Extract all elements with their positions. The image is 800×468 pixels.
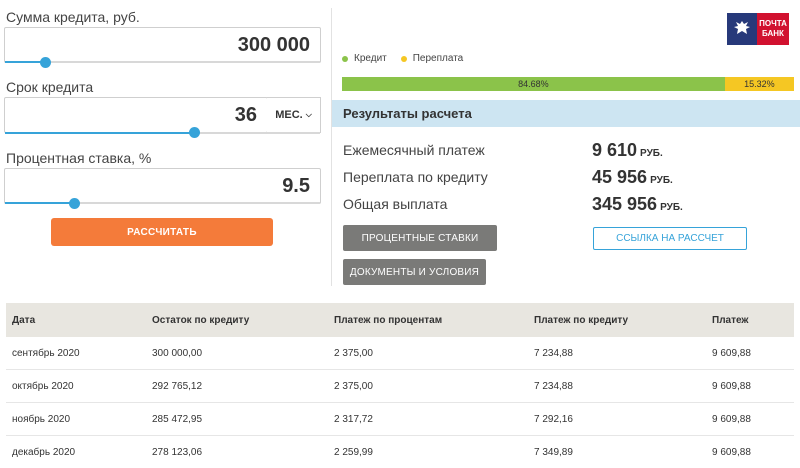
results-panel: ПОЧТА БАНК Кредит Переплата 84.68% 15.32… [332, 0, 800, 290]
cell-principal: 7 292,16 [534, 413, 573, 425]
overpayment-label: Переплата по кредиту [343, 169, 488, 185]
monthly-payment-amount: 9 610 [592, 140, 638, 160]
legend-overpay-label: Переплата [412, 53, 464, 64]
overpayment-value: 45 956 РУБ. [592, 167, 673, 188]
bank-logo-line1: ПОЧТА [759, 19, 787, 28]
table-header: Дата Остаток по кредиту Платеж по процен… [6, 303, 794, 337]
cell-payment: 9 609,88 [712, 380, 751, 392]
table-row: октябрь 2020 292 765,12 2 375,00 7 234,8… [6, 370, 794, 403]
table-row: ноябрь 2020 285 472,95 2 317,72 7 292,16… [6, 403, 794, 436]
overpayment-unit: РУБ. [650, 175, 673, 186]
amount-slider-track[interactable] [5, 61, 320, 63]
bar-overpay-segment: 15.32% [724, 77, 794, 91]
documents-button[interactable]: ДОКУМЕНТЫ И УСЛОВИЯ [343, 259, 486, 285]
total-payment-value: 345 956 РУБ. [592, 194, 683, 215]
column-header-balance: Остаток по кредиту [152, 314, 250, 326]
cell-date: сентябрь 2020 [12, 347, 80, 359]
table-row: декабрь 2020 278 123,06 2 259,99 7 349,8… [6, 436, 794, 468]
term-label: Срок кредита [6, 79, 94, 95]
bank-logo: ПОЧТА БАНК [727, 13, 789, 45]
cell-interest: 2 317,72 [334, 413, 373, 425]
cell-principal: 7 349,89 [534, 446, 573, 458]
cell-balance: 292 765,12 [152, 380, 203, 392]
term-input[interactable]: 36 [4, 97, 268, 133]
chevron-down-icon: ⌵ [305, 110, 312, 119]
legend-overpay-dot [400, 55, 407, 62]
cell-balance: 285 472,95 [152, 413, 203, 425]
cell-payment: 9 609,88 [712, 413, 751, 425]
legend-credit: Кредит [342, 53, 387, 64]
cell-payment: 9 609,88 [712, 446, 751, 458]
table-row: сентябрь 2020 300 000,00 2 375,00 7 234,… [6, 337, 794, 370]
column-header-date: Дата [12, 314, 36, 326]
bar-credit-segment: 84.68% [342, 77, 725, 91]
rate-slider-handle[interactable] [68, 198, 80, 209]
eagle-emblem-icon [727, 13, 757, 45]
column-header-interest: Платеж по процентам [334, 314, 443, 326]
bank-logo-line2: БАНК [762, 29, 784, 38]
chart-legend: Кредит Переплата [342, 53, 463, 64]
amount-input[interactable]: 300 000 [4, 27, 321, 63]
legend-overpay: Переплата [400, 53, 464, 64]
amount-slider-handle[interactable] [40, 57, 52, 68]
results-header: Результаты расчета [332, 100, 800, 127]
term-slider-fill [5, 132, 194, 134]
term-unit-select[interactable]: МЕС. ⌵ [267, 97, 321, 133]
monthly-payment-value: 9 610 РУБ. [592, 140, 663, 161]
monthly-payment-unit: РУБ. [640, 148, 663, 159]
payment-schedule-table: Дата Остаток по кредиту Платеж по процен… [6, 303, 794, 468]
total-payment-unit: РУБ. [660, 202, 683, 213]
bank-logo-text: ПОЧТА БАНК [757, 13, 789, 45]
cell-interest: 2 375,00 [334, 380, 373, 392]
interest-rates-button[interactable]: ПРОЦЕНТНЫЕ СТАВКИ [343, 225, 497, 251]
rate-input[interactable]: 9.5 [4, 168, 321, 204]
overpayment-amount: 45 956 [592, 167, 648, 187]
term-slider-handle[interactable] [188, 127, 200, 138]
cell-principal: 7 234,88 [534, 347, 573, 359]
legend-credit-label: Кредит [354, 53, 387, 64]
cell-principal: 7 234,88 [534, 380, 573, 392]
total-payment-label: Общая выплата [343, 196, 448, 212]
monthly-payment-label: Ежемесячный платеж [343, 142, 485, 158]
cell-date: декабрь 2020 [12, 446, 76, 458]
cell-date: ноябрь 2020 [12, 413, 71, 425]
cell-payment: 9 609,88 [712, 347, 751, 359]
total-payment-amount: 345 956 [592, 194, 658, 214]
cell-date: октябрь 2020 [12, 380, 74, 392]
term-unit-value: МЕС. [275, 109, 303, 121]
column-header-principal: Платеж по кредиту [534, 314, 629, 326]
rate-slider-fill [5, 202, 75, 204]
cell-interest: 2 259,99 [334, 446, 373, 458]
breakdown-bar: 84.68% 15.32% [342, 77, 794, 91]
column-header-payment: Платеж [712, 314, 749, 326]
calculate-button[interactable]: РАССЧИТАТЬ [51, 218, 273, 246]
cell-balance: 278 123,06 [152, 446, 203, 458]
legend-credit-dot [342, 55, 348, 62]
amount-label: Сумма кредита, руб. [6, 9, 140, 25]
calculator-panel: Сумма кредита, руб. 300 000 Срок кредита… [0, 0, 332, 290]
cell-interest: 2 375,00 [334, 347, 373, 359]
cell-balance: 300 000,00 [152, 347, 203, 359]
rate-label: Процентная ставка, % [6, 150, 152, 166]
calculation-link-button[interactable]: ССЫЛКА НА РАССЧЕТ [593, 227, 747, 250]
